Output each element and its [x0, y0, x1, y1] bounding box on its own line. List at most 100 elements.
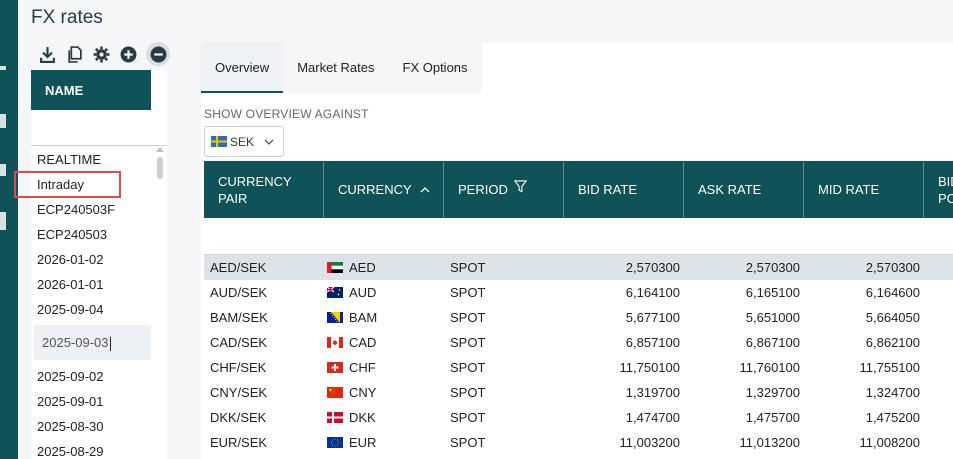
cell-currency-pair-text: AED/SEK [210, 260, 267, 275]
cell-period-text: SPOT [450, 435, 486, 450]
cell-period: SPOT [444, 285, 564, 300]
cell-mid-rate: 1,324700 [804, 385, 924, 400]
cell-bid-rate: 1,474700 [564, 410, 684, 425]
column-header-bid-rate[interactable]: BID RATE [564, 161, 684, 218]
cell-mid-rate-text: 11,008200 [859, 435, 921, 450]
cell-ask-rate-text: 5,651000 [745, 310, 800, 325]
table-row[interactable]: BAM/SEK BAM SPOT 5,677100 5,651000 5,664050 [204, 305, 953, 330]
table-row[interactable]: CAD/SEK CAD SPOT 6,857100 6,867100 6,862100 [204, 330, 953, 355]
cell-currency-pair: CAD/SEK [204, 335, 324, 350]
column-header-label: BID RATE [578, 182, 637, 197]
table-row[interactable]: DKK/SEK DKK SPOT 1,474700 1,475700 1,475200 [204, 405, 953, 430]
list-item[interactable]: 2025-09-01 [31, 389, 157, 414]
column-header-label: PERIOD [458, 182, 508, 197]
list-item[interactable]: 2025-08-30 [31, 414, 157, 439]
cell-ask-rate: 6,867100 [684, 335, 804, 350]
page-title: FX rates [31, 7, 103, 28]
cell-ask-rate-text: 11,013200 [739, 435, 801, 450]
sort-ascending-icon[interactable] [420, 185, 430, 195]
cell-mid-rate-text: 6,862100 [865, 335, 920, 350]
list-item[interactable]: ECP240503F [31, 197, 157, 222]
cell-currency-pair-text: DKK/SEK [210, 410, 267, 425]
text-caret [109, 336, 111, 351]
cell-currency: CHF [324, 360, 444, 375]
cell-ask-rate: 11,013200 [684, 435, 804, 450]
edit-field-text: 2025-09-03 [42, 335, 109, 350]
cell-bid-rate-text: 1,319700 [625, 385, 680, 400]
cell-mid-rate: 1,475200 [804, 410, 924, 425]
cell-currency-pair-text: EUR/SEK [210, 435, 268, 450]
tab-market-rates[interactable]: Market Rates [283, 43, 388, 93]
list-item[interactable]: REALTIME [31, 147, 157, 172]
add-button[interactable] [119, 45, 138, 64]
cell-currency-text: EUR [349, 435, 377, 450]
tabs-background [417, 43, 953, 93]
cell-ask-rate-text: 1,475700 [745, 410, 800, 425]
gear-icon [93, 46, 110, 62]
table-row[interactable]: AED/SEK AED SPOT 2,570300 2,570300 2,570300 [204, 255, 953, 280]
cell-bid-rate: 6,164100 [564, 285, 684, 300]
eu-flag-icon [327, 437, 343, 448]
cell-mid-rate: 6,862100 [804, 335, 924, 350]
nav-marker [0, 164, 6, 176]
column-header-currency[interactable]: CURRENCY [324, 161, 444, 218]
cell-mid-rate-text: 1,324700 [865, 385, 920, 400]
scroll-up-arrow-icon[interactable] [156, 147, 164, 152]
cell-bid-rate: 5,677100 [564, 310, 684, 325]
cell-currency-text: AED [349, 260, 376, 275]
column-header-ask-rate[interactable]: ASK RATE [684, 161, 804, 218]
cell-period-text: SPOT [450, 285, 486, 300]
column-header-currency-pair[interactable]: CURRENCY PAIR [204, 161, 324, 218]
list-item[interactable]: 2026-01-02 [31, 247, 157, 272]
app-area: FX rates NAME REALTIME Intraday ECP24050… [14, 0, 953, 459]
cell-ask-rate-text: 1,329700 [745, 385, 800, 400]
remove-button[interactable] [146, 42, 170, 66]
download-button[interactable] [38, 45, 57, 64]
table-row[interactable]: CHF/SEK CHF SPOT 11,750100 11,760100 11,75510… [204, 355, 953, 380]
name-list-scrollbar[interactable] [156, 147, 164, 459]
cell-bid-rate-text: 11,003200 [619, 435, 681, 450]
list-item[interactable]: 2025-09-04 [31, 297, 157, 322]
name-column-header[interactable]: NAME [31, 70, 151, 110]
cell-currency-pair-text: CNY/SEK [210, 385, 268, 400]
table-row[interactable]: EUR/SEK EUR SPOT 11,003200 11,013200 11,00820… [204, 430, 953, 455]
scroll-thumb[interactable] [157, 157, 163, 179]
name-filter-input[interactable] [31, 110, 167, 146]
copy-button[interactable] [65, 45, 84, 64]
cell-currency-pair: CNY/SEK [204, 385, 324, 400]
column-header-label: MID RATE [818, 182, 880, 197]
settings-button[interactable] [92, 45, 111, 64]
cell-bid-rate-text: 11,750100 [619, 360, 681, 375]
tab-fx-options[interactable]: FX Options [389, 43, 482, 93]
cell-period: SPOT [444, 385, 564, 400]
list-item-highlighted[interactable]: Intraday [14, 171, 121, 198]
list-item[interactable]: 2025-09-02 [31, 364, 157, 389]
list-item[interactable]: 2025-08-29 [31, 439, 157, 459]
list-item[interactable]: 2026-01-01 [31, 272, 157, 297]
cn-flag-icon [327, 387, 343, 398]
cell-currency: BAM [324, 310, 444, 325]
cell-bid-rate: 11,003200 [564, 435, 684, 450]
column-header-period[interactable]: PERIOD [444, 161, 564, 218]
chevron-down-icon [264, 139, 274, 145]
table-row[interactable]: AUD/SEK AUD SPOT 6,164100 6,165100 6,164600 [204, 280, 953, 305]
au-flag-icon [327, 287, 343, 298]
table-row[interactable]: CNY/SEK CNY SPOT 1,319700 1,329700 1,324700 [204, 380, 953, 405]
nav-marker [0, 66, 6, 70]
column-header-bid-points[interactable]: BID PO [924, 161, 953, 218]
cell-period: SPOT [444, 435, 564, 450]
grid-filter-row[interactable] [204, 218, 953, 255]
cell-period-text: SPOT [450, 360, 486, 375]
currency-selector[interactable]: SEK [204, 126, 284, 157]
cell-period-text: SPOT [450, 260, 486, 275]
tab-overview[interactable]: Overview [201, 43, 284, 93]
cell-period: SPOT [444, 335, 564, 350]
ba-flag-icon [327, 312, 343, 323]
list-item[interactable]: ECP240503 [31, 222, 157, 247]
cell-bid-rate: 6,857100 [564, 335, 684, 350]
filter-icon[interactable] [513, 180, 527, 193]
cell-mid-rate-text: 1,475200 [865, 410, 920, 425]
name-list: REALTIME Intraday ECP240503F ECP240503 2… [14, 147, 157, 459]
column-header-mid-rate[interactable]: MID RATE [804, 161, 924, 218]
list-item-edit-field[interactable]: 2025-09-03 [34, 325, 151, 360]
